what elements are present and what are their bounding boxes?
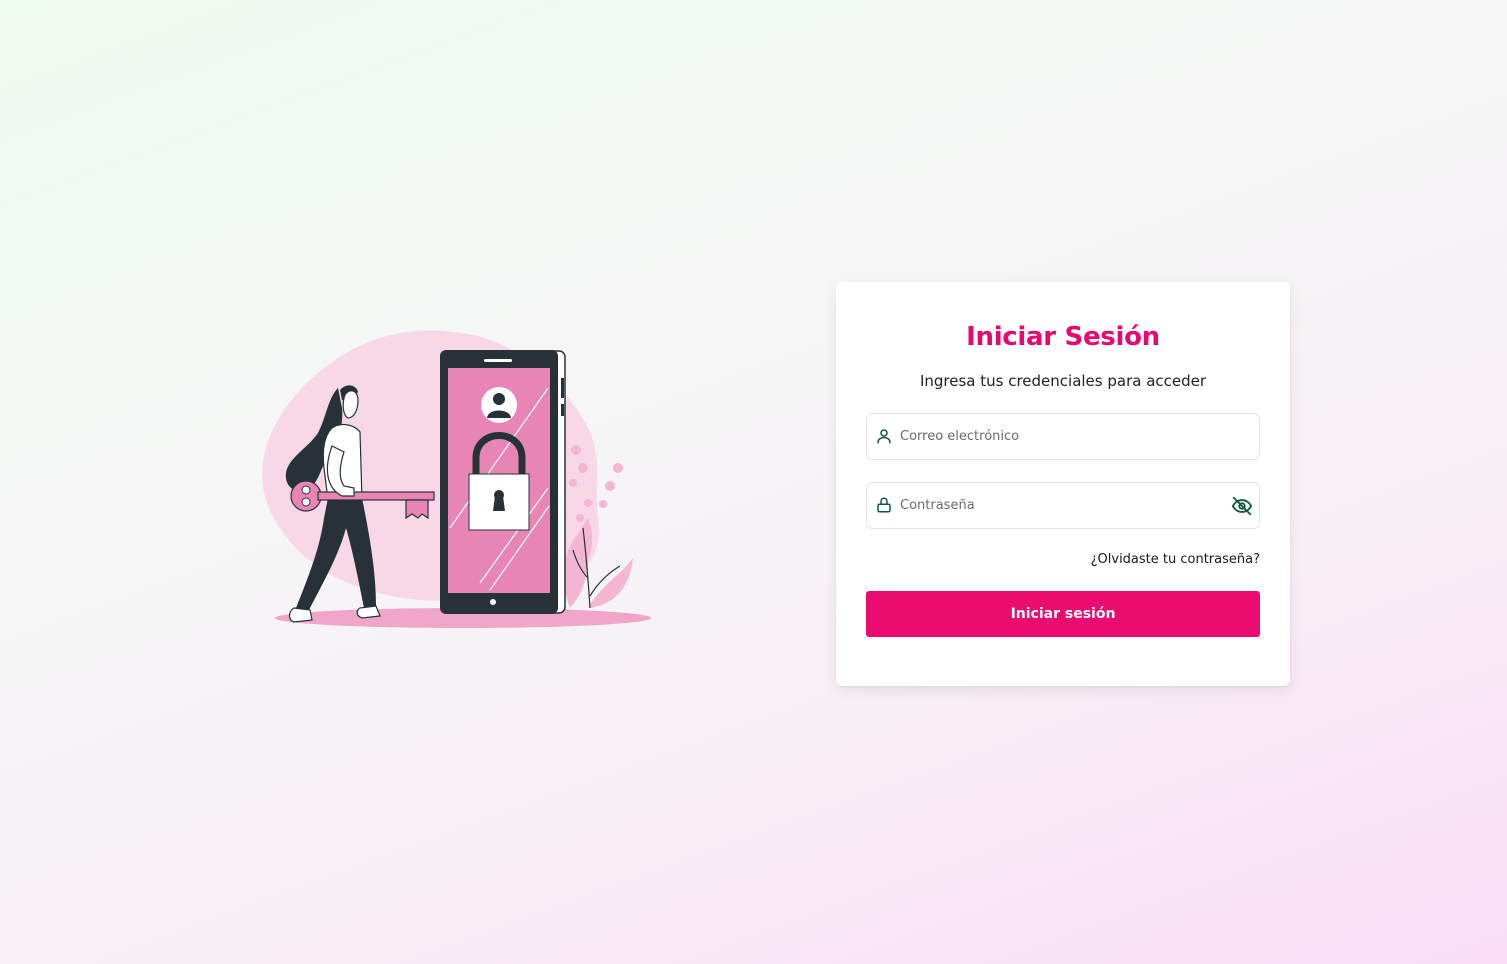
login-card: Iniciar Sesión Ingresa tus credenciales … (836, 282, 1290, 686)
login-illustration (258, 328, 658, 633)
login-title: Iniciar Sesión (966, 322, 1160, 352)
forgot-password-link[interactable]: ¿Olvidaste tu contraseña? (1091, 552, 1260, 567)
login-subtitle: Ingresa tus credenciales para acceder (919, 372, 1207, 390)
eye-off-icon[interactable] (1231, 495, 1253, 517)
lock-icon (875, 496, 893, 514)
login-submit-button[interactable]: Iniciar sesión (866, 591, 1260, 637)
user-icon (875, 427, 893, 445)
password-input[interactable] (900, 483, 1220, 528)
password-field[interactable] (866, 482, 1260, 529)
email-field[interactable] (866, 413, 1260, 460)
email-input[interactable] (900, 414, 1220, 459)
